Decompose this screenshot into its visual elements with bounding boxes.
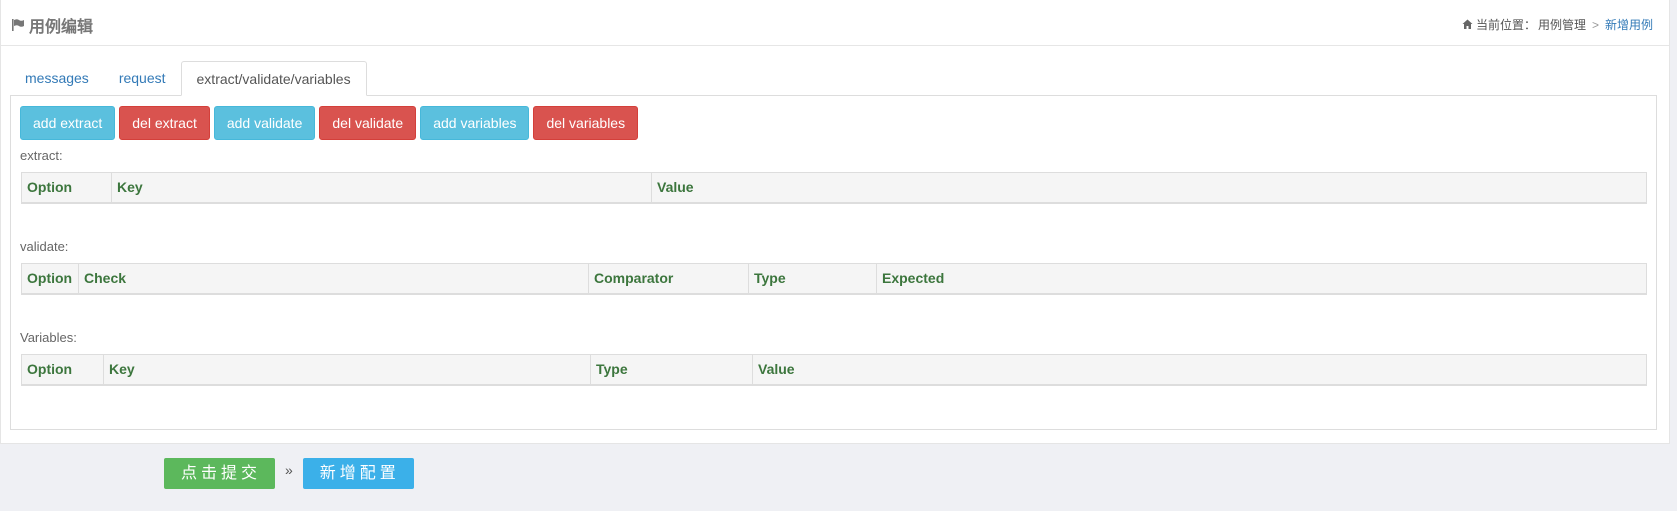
tab-request[interactable]: request: [104, 61, 181, 96]
add-config-button[interactable]: 新增配置: [302, 458, 414, 489]
variables-table-header: Option Key Type Value: [21, 354, 1647, 386]
footer-actions: 点击提交 » 新增配置: [164, 458, 414, 489]
validate-col-type: Type: [749, 264, 877, 293]
del-validate-button[interactable]: del validate: [319, 106, 417, 140]
extract-table-header: Option Key Value: [21, 172, 1647, 204]
add-extract-button[interactable]: add extract: [20, 106, 116, 140]
home-icon: [1462, 19, 1473, 30]
raquo-separator: »: [285, 461, 293, 478]
del-extract-button[interactable]: del extract: [119, 106, 210, 140]
variables-col-value: Value: [758, 361, 795, 377]
case-edit-panel: 用例编辑 当前位置： 用例管理 > 新增用例 messages request …: [0, 0, 1670, 444]
add-validate-button[interactable]: add validate: [213, 106, 316, 140]
validate-label: validate:: [20, 239, 69, 254]
breadcrumb-current[interactable]: 新增用例: [1605, 16, 1653, 33]
add-variables-button[interactable]: add variables: [420, 106, 530, 140]
tab-bar: messages request extract/validate/variab…: [10, 61, 367, 96]
tab-messages[interactable]: messages: [10, 61, 104, 96]
toolbar: add extract del extract add validate del…: [20, 106, 642, 140]
breadcrumb-separator: >: [1591, 17, 1599, 32]
variables-col-key: Key: [104, 355, 591, 384]
tab-extract-validate-variables[interactable]: extract/validate/variables: [180, 61, 367, 96]
page-title: 用例编辑: [11, 13, 93, 37]
validate-table-header: Option Check Comparator Type Expected: [21, 263, 1647, 295]
extract-col-key: Key: [112, 173, 652, 202]
extract-label: extract:: [20, 148, 63, 163]
del-variables-button[interactable]: del variables: [533, 106, 639, 140]
extract-col-option: Option: [22, 173, 112, 202]
breadcrumb: 当前位置： 用例管理 > 新增用例: [1462, 16, 1653, 33]
validate-col-check: Check: [79, 264, 589, 293]
validate-col-expected: Expected: [882, 270, 945, 286]
flag-icon: [11, 18, 25, 32]
validate-col-comparator: Comparator: [589, 264, 749, 293]
tab-content: add extract del extract add validate del…: [10, 95, 1657, 430]
validate-col-option: Option: [22, 264, 79, 293]
variables-label: Variables:: [20, 330, 77, 345]
breadcrumb-prefix: 当前位置：: [1475, 18, 1536, 32]
variables-col-option: Option: [22, 355, 104, 384]
panel-header: 用例编辑 当前位置： 用例管理 > 新增用例: [1, 0, 1669, 46]
page-title-text: 用例编辑: [29, 19, 94, 36]
submit-button[interactable]: 点击提交: [164, 458, 275, 489]
variables-col-type: Type: [591, 355, 753, 384]
breadcrumb-parent[interactable]: 用例管理: [1538, 16, 1586, 33]
extract-col-value: Value: [657, 179, 694, 195]
